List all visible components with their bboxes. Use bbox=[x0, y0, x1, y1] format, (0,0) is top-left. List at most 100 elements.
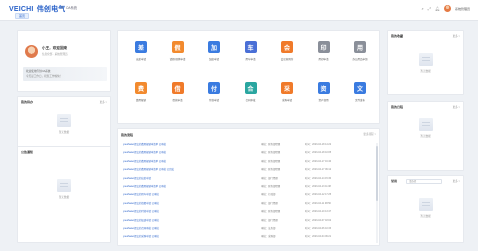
common-filter-select[interactable]: 请选择 bbox=[406, 179, 442, 184]
process-row-date: 时间：2023-04-13 11:08 bbox=[305, 185, 331, 188]
banner-line2: 今天是工作日，祝您工作愉快！ bbox=[26, 75, 63, 78]
app-shortcut[interactable]: 费费用报销 bbox=[123, 82, 159, 112]
app-icon[interactable]: 文 bbox=[354, 82, 366, 94]
app-shortcut[interactable]: 差出差申请 bbox=[123, 41, 159, 71]
process-row-title[interactable]: yueshaoer提交的加班申请 已审批 bbox=[123, 218, 159, 222]
user-name[interactable]: 系统管理员 bbox=[455, 7, 470, 11]
process-more-link[interactable]: 更多流程 > bbox=[363, 132, 376, 136]
process-row-node: 审批：部门经理 bbox=[261, 218, 278, 222]
process-row-title[interactable]: yueshaoer提交的合同审批 已审批 bbox=[123, 226, 159, 230]
process-row-title[interactable]: yueshaoer提交的出差申请 bbox=[123, 176, 151, 180]
app-shortcut[interactable]: 会会议室预约 bbox=[269, 41, 305, 71]
process-row[interactable]: yueshaoer提交的加班申请 已审批 审批：部门经理 时间：2023-04-07… bbox=[118, 218, 376, 224]
process-row[interactable]: yueshaoer提交的费用报销申请单 已审批 审批：财务部经理 时间：2023-0… bbox=[118, 159, 376, 165]
process-row-title[interactable]: yueshaoer提交的付款申请 已审批 bbox=[123, 209, 159, 213]
top-right-tools: ⌕ ⤢ 🔔︎ 系统管理员 bbox=[421, 5, 470, 12]
process-row[interactable]: yueshaoer提交的付款申请 已审批 审批：财务部经理 时间：2023-04-1… bbox=[118, 209, 376, 215]
search-icon[interactable]: ⌕ bbox=[421, 6, 423, 11]
process-row[interactable]: yueshaoer提交的费用报销申请单 已审批 审批：财务部经理 时间：2023-0… bbox=[118, 142, 376, 148]
process-row-date: 时间：2023-04-12 17:25 bbox=[305, 193, 332, 197]
scrollbar[interactable] bbox=[376, 143, 378, 243]
todo-title: 我的待办 bbox=[21, 100, 34, 104]
process-row[interactable]: yueshaoer提交的出差申请 审批：部门经理 时间：2023-04-14 15:… bbox=[118, 176, 376, 182]
app-icon[interactable]: 车 bbox=[244, 41, 257, 53]
app-icon[interactable]: 假 bbox=[171, 41, 184, 53]
bell-icon[interactable]: 🔔︎ bbox=[435, 6, 440, 11]
process-row-node: 审批：法务部 bbox=[261, 227, 276, 230]
app-shortcut[interactable]: 印用印申请 bbox=[306, 41, 342, 71]
process-row-title[interactable]: yueshaoer提交的用车申请 已审批 bbox=[123, 192, 159, 196]
app-icon[interactable]: 付 bbox=[208, 82, 220, 94]
app-icon[interactable]: 会 bbox=[281, 41, 293, 53]
app-shortcut[interactable]: 文文件发布 bbox=[342, 82, 378, 112]
common-empty: 暂无数据 bbox=[418, 198, 433, 218]
notice-empty: 暂无数据 bbox=[57, 179, 71, 199]
app-shortcut[interactable]: 加加班申请 bbox=[196, 41, 232, 71]
process-row[interactable]: yueshaoer提交的采购申请 已审批 审批：采购部 时间：2023-04-04 … bbox=[118, 234, 376, 240]
app-label: 用车申请 bbox=[245, 58, 256, 61]
app-shortcut[interactable]: 合合同审批 bbox=[233, 82, 269, 112]
process-row-title[interactable]: yueshaoer提交的采购申请 已审批 bbox=[123, 234, 159, 238]
empty-text: 暂无数据 bbox=[58, 196, 70, 199]
app-shortcut[interactable]: 付付款申请 bbox=[196, 82, 232, 112]
empty-icon bbox=[57, 179, 71, 192]
schedule-more-link[interactable]: 更多 > bbox=[453, 105, 460, 109]
empty-icon bbox=[57, 114, 71, 127]
process-row-title[interactable]: yueshaoer提交的费用报销申请单 已审批 bbox=[123, 184, 166, 188]
schedule-empty: 暂无数据 bbox=[418, 118, 433, 138]
system-switcher[interactable]: ≡ OA系统 bbox=[61, 5, 77, 10]
app-label: 合同审批 bbox=[245, 99, 256, 102]
app-shortcut[interactable]: 假请假/调休申请 bbox=[160, 41, 196, 71]
app-icon[interactable]: 费 bbox=[135, 82, 147, 94]
app-icon[interactable]: 加 bbox=[208, 41, 220, 53]
process-row-node: 审批：部门经理 bbox=[261, 176, 278, 180]
scrollbar-thumb[interactable] bbox=[376, 146, 378, 201]
process-row-title[interactable]: yueshaoer提交的费用报销申请单 已审批 bbox=[123, 150, 166, 154]
process-row-title[interactable]: yueshaoer提交的请假申请 已审批 bbox=[123, 201, 159, 205]
app-shortcut[interactable]: 资资产领用 bbox=[306, 82, 342, 112]
app-label: 会议室预约 bbox=[280, 58, 294, 61]
todo-card: 我的待办 更多 > 暂无数据 bbox=[17, 96, 111, 152]
profile-name: 小王，欢迎回来 bbox=[42, 46, 68, 50]
app-label: 办公用品申领 bbox=[352, 58, 368, 61]
process-row-date: 时间：2023-04-04 09:21 bbox=[305, 235, 332, 239]
todo-more-link[interactable]: 更多 > bbox=[100, 100, 107, 104]
tab-home[interactable]: 首页 bbox=[15, 13, 30, 19]
process-row-node: 审批：部门经理 bbox=[261, 201, 278, 205]
favorites-title: 我的收藏 bbox=[391, 34, 404, 38]
user-avatar[interactable] bbox=[443, 5, 451, 12]
avatar bbox=[25, 45, 38, 58]
banner-line1: 欢迎使用伟创OA系统 bbox=[26, 70, 51, 73]
app-icon[interactable]: 借 bbox=[171, 82, 184, 94]
process-row[interactable]: yueshaoer提交的用车申请 已审批 审批：行政部 时间：2023-04-12 … bbox=[118, 192, 376, 198]
app-icon[interactable]: 印 bbox=[317, 41, 330, 53]
empty-text: 暂无数据 bbox=[58, 131, 70, 134]
process-row[interactable]: yueshaoer提交的费用报销申请单 已审批 审批：财务部经理 时间：2023-0… bbox=[118, 150, 376, 156]
app-icon[interactable]: 差 bbox=[135, 41, 147, 53]
process-row-date: 时间：2023-04-18 10:05 bbox=[305, 151, 332, 155]
process-row[interactable]: yueshaoer提交的费用报销申请单 已审批 已完成 审批：财务部经理 时间：20… bbox=[118, 167, 376, 173]
app-icon[interactable]: 采 bbox=[281, 82, 293, 94]
app-label: 文件发布 bbox=[354, 99, 365, 102]
process-row-title[interactable]: yueshaoer提交的费用报销申请单 已审批 已完成 bbox=[123, 167, 174, 171]
app-shortcut[interactable]: 采采购申请 bbox=[269, 82, 305, 112]
process-row[interactable]: yueshaoer提交的请假申请 已审批 审批：部门经理 时间：2023-04-11… bbox=[118, 201, 376, 207]
app-icon[interactable]: 资 bbox=[317, 82, 330, 94]
empty-icon bbox=[418, 198, 433, 211]
app-shortcut[interactable]: 车用车申请 bbox=[233, 41, 269, 71]
process-row-title[interactable]: yueshaoer提交的费用报销申请单 已审批 bbox=[123, 142, 166, 146]
logo-en: VEICHI bbox=[9, 6, 34, 13]
favorites-more-link[interactable]: 更多 > bbox=[453, 34, 460, 38]
process-row-node: 审批：财务部经理 bbox=[261, 210, 281, 214]
app-icon[interactable]: 用 bbox=[354, 41, 366, 53]
profile-card: 小王，欢迎回来 信息化部 · 系统管理员 欢迎使用伟创OA系统 今天是工作日，祝… bbox=[17, 30, 111, 92]
profile-dept: 信息化部 · 系统管理员 bbox=[42, 53, 68, 56]
app-icon[interactable]: 合 bbox=[244, 82, 257, 94]
process-row-title[interactable]: yueshaoer提交的费用报销申请单 已审批 bbox=[123, 159, 166, 163]
fullscreen-icon[interactable]: ⤢ bbox=[428, 6, 431, 11]
process-row[interactable]: yueshaoer提交的合同审批 已审批 审批：法务部 时间：2023-04-06 … bbox=[118, 226, 376, 232]
app-shortcut[interactable]: 用办公用品申领 bbox=[342, 41, 378, 71]
process-row[interactable]: yueshaoer提交的费用报销申请单 已审批 审批：财务部经理 时间：2023-0… bbox=[118, 184, 376, 190]
app-shortcut[interactable]: 借借款申请 bbox=[160, 82, 196, 112]
common-more-link[interactable]: 更多 > bbox=[453, 179, 460, 183]
